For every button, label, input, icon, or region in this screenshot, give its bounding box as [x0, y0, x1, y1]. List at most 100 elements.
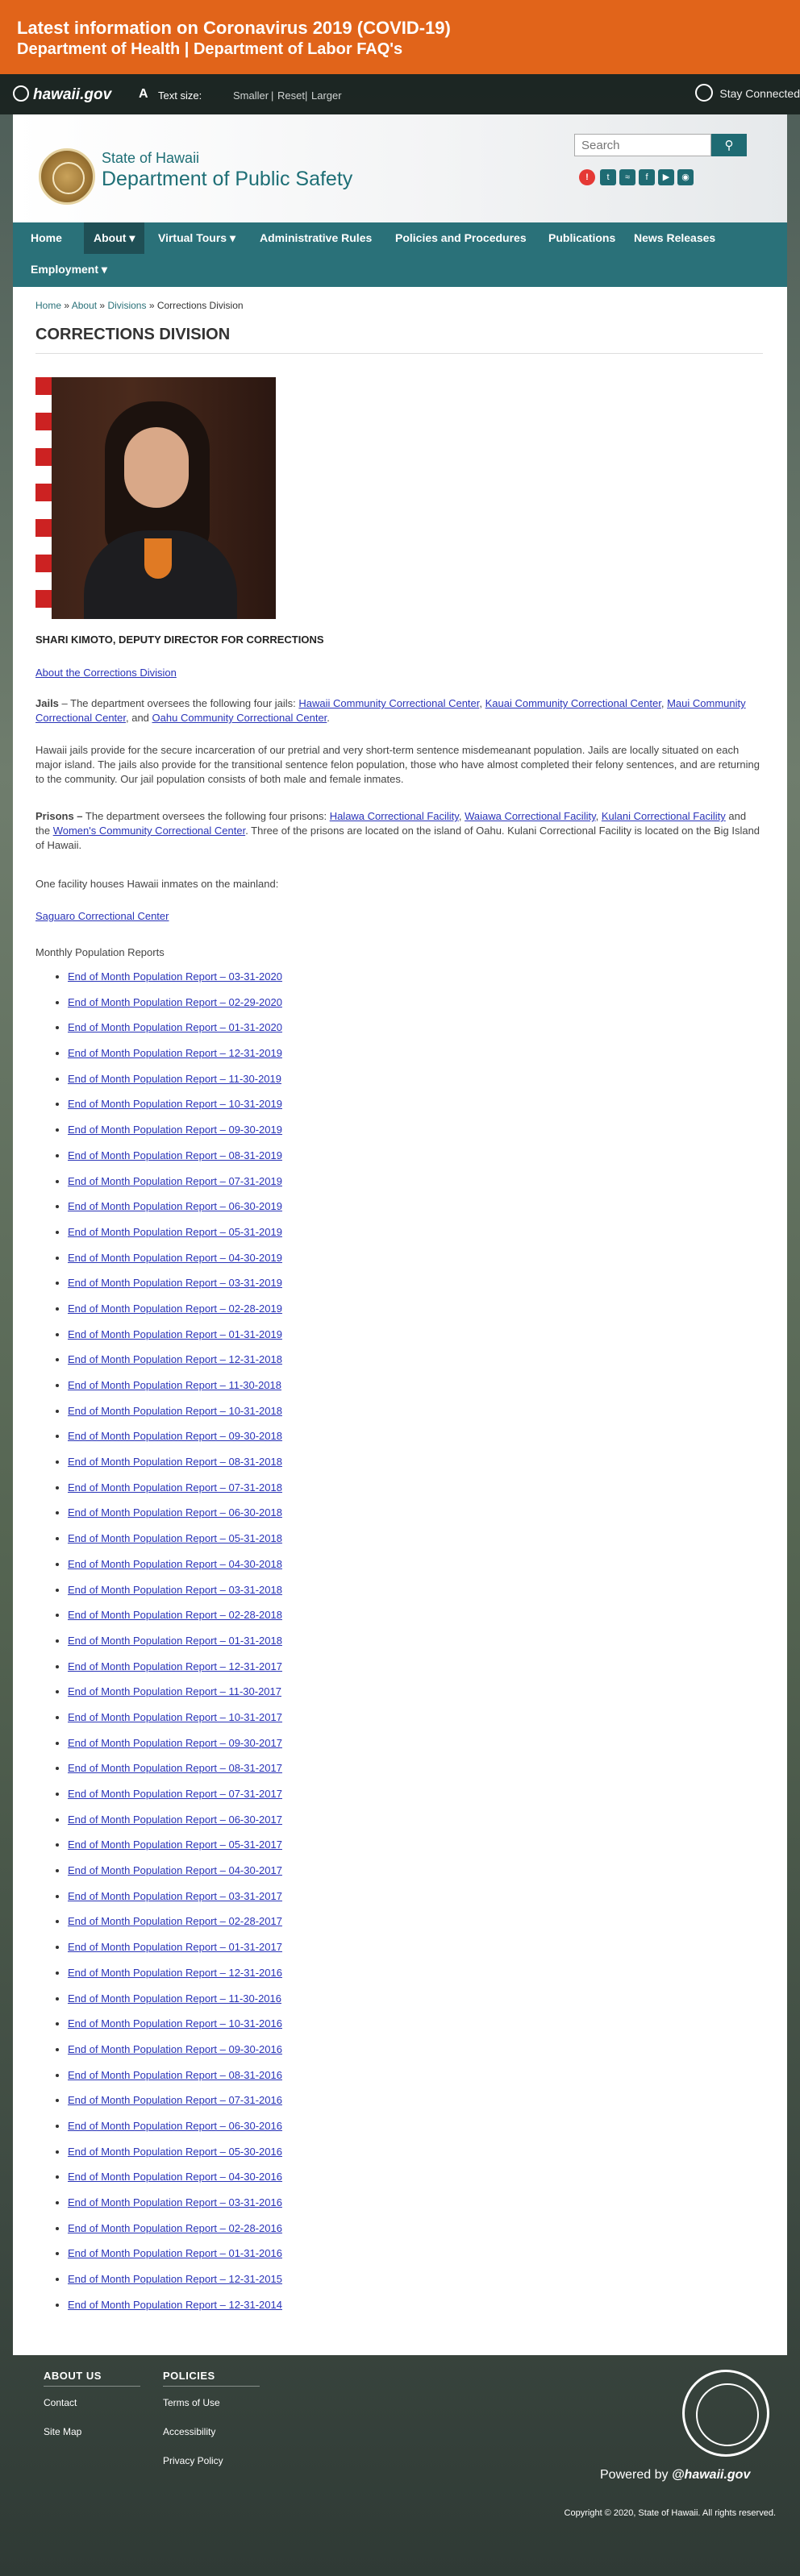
population-report-link[interactable]: End of Month Population Report – 03-31-2… [68, 2196, 282, 2208]
population-report-link[interactable]: End of Month Population Report – 07-31-2… [68, 1788, 282, 1800]
twitter-icon[interactable]: t [600, 169, 616, 185]
population-report-link[interactable]: End of Month Population Report – 08-31-2… [68, 1456, 282, 1468]
population-report-link[interactable]: End of Month Population Report – 06-30-2… [68, 1814, 282, 1826]
saguaro-link[interactable]: Saguaro Correctional Center [35, 910, 169, 922]
nav-about[interactable]: About ▾ [84, 222, 145, 254]
footer-sitemap-link[interactable]: Site Map [44, 2426, 81, 2437]
department-name[interactable]: Department of Public Safety [102, 168, 352, 191]
population-report-link[interactable]: End of Month Population Report – 06-30-2… [68, 1506, 282, 1519]
breadcrumb-home[interactable]: Home [35, 300, 61, 311]
population-report-link[interactable]: End of Month Population Report – 05-30-2… [68, 2146, 282, 2158]
nav-employment[interactable]: Employment ▾ [31, 263, 107, 276]
stay-connected-button[interactable]: Stay Connected [695, 84, 800, 102]
list-item: End of Month Population Report – 03-31-2… [68, 1890, 282, 1916]
population-report-link[interactable]: End of Month Population Report – 04-30-2… [68, 1558, 282, 1570]
facebook-icon[interactable]: f [639, 169, 655, 185]
nav-news-releases[interactable]: News Releases [634, 231, 715, 244]
population-report-link[interactable]: End of Month Population Report – 01-31-2… [68, 2247, 282, 2259]
population-report-link[interactable]: End of Month Population Report – 03-31-2… [68, 970, 282, 983]
population-report-link[interactable]: End of Month Population Report – 05-31-2… [68, 1532, 282, 1544]
prison-link[interactable]: Halawa Correctional Facility [330, 810, 459, 822]
about-corrections-division-link[interactable]: About the Corrections Division [35, 667, 177, 679]
population-report-link[interactable]: End of Month Population Report – 07-31-2… [68, 1175, 282, 1187]
population-report-link[interactable]: End of Month Population Report – 10-31-2… [68, 1098, 282, 1110]
population-report-link[interactable]: End of Month Population Report – 10-31-2… [68, 1711, 282, 1723]
population-report-link[interactable]: End of Month Population Report – 12-31-2… [68, 2299, 282, 2311]
jail-link[interactable]: Hawaii Community Correctional Center [298, 697, 479, 709]
population-report-link[interactable]: End of Month Population Report – 05-31-2… [68, 1226, 282, 1238]
population-report-link[interactable]: End of Month Population Report – 12-31-2… [68, 1353, 282, 1365]
text-smaller-link[interactable]: Smaller [233, 89, 269, 102]
search-input[interactable] [574, 134, 711, 156]
population-report-link[interactable]: End of Month Population Report – 04-30-2… [68, 2171, 282, 2183]
population-report-link[interactable]: End of Month Population Report – 03-31-2… [68, 1277, 282, 1289]
population-report-link[interactable]: End of Month Population Report – 11-30-2… [68, 1379, 281, 1391]
department-seal-logo[interactable] [39, 148, 95, 205]
population-report-link[interactable]: End of Month Population Report – 06-30-2… [68, 2120, 282, 2132]
nav-publications[interactable]: Publications [548, 231, 615, 244]
population-report-link[interactable]: End of Month Population Report – 01-31-2… [68, 1635, 282, 1647]
jail-link[interactable]: Oahu Community Correctional Center [152, 712, 327, 724]
population-report-link[interactable]: End of Month Population Report – 07-31-2… [68, 2094, 282, 2106]
footer-contact-link[interactable]: Contact [44, 2397, 77, 2408]
population-report-link[interactable]: End of Month Population Report – 12-31-2… [68, 1967, 282, 1979]
population-report-link[interactable]: End of Month Population Report – 08-31-2… [68, 1762, 282, 1774]
population-report-link[interactable]: End of Month Population Report – 02-28-2… [68, 1303, 282, 1315]
population-report-link[interactable]: End of Month Population Report – 12-31-2… [68, 1660, 282, 1672]
population-report-link[interactable]: End of Month Population Report – 12-31-2… [68, 2273, 282, 2285]
population-report-link[interactable]: End of Month Population Report – 10-31-2… [68, 1405, 282, 1417]
population-report-link[interactable]: End of Month Population Report – 11-30-2… [68, 1073, 281, 1085]
breadcrumb-about[interactable]: About [72, 300, 97, 311]
jail-link[interactable]: Kauai Community Correctional Center [485, 697, 661, 709]
hawaii-gov-logo[interactable]: hawaii.gov [13, 85, 111, 104]
hawaii-seal-icon [13, 85, 29, 102]
breadcrumb-divisions[interactable]: Divisions [107, 300, 146, 311]
population-report-link[interactable]: End of Month Population Report – 02-28-2… [68, 1609, 282, 1621]
population-report-link[interactable]: End of Month Population Report – 09-30-2… [68, 1737, 282, 1749]
text-reset-link[interactable]: Reset [277, 89, 305, 102]
rss-icon[interactable]: ≈ [619, 169, 635, 185]
population-report-link[interactable]: End of Month Population Report – 11-30-2… [68, 1685, 281, 1697]
footer-privacy-link[interactable]: Privacy Policy [163, 2455, 223, 2466]
alert-links[interactable]: Department of Health | Department of Lab… [17, 40, 402, 59]
prison-link[interactable]: Women's Community Correctional Center [53, 825, 246, 837]
nav-home[interactable]: Home [31, 231, 62, 244]
nav-virtual-tours[interactable]: Virtual Tours ▾ [158, 231, 235, 245]
text-larger-link[interactable]: Larger [311, 89, 342, 102]
population-report-link[interactable]: End of Month Population Report – 12-31-2… [68, 1047, 282, 1059]
list-item: End of Month Population Report – 02-28-2… [68, 1609, 282, 1635]
population-report-link[interactable]: End of Month Population Report – 03-31-2… [68, 1584, 282, 1596]
population-report-link[interactable]: End of Month Population Report – 08-31-2… [68, 2069, 282, 2081]
population-report-link[interactable]: End of Month Population Report – 01-31-2… [68, 1328, 282, 1340]
youtube-icon[interactable]: ▶ [658, 169, 674, 185]
population-report-link[interactable]: End of Month Population Report – 11-30-2… [68, 1992, 281, 2005]
alert-headline[interactable]: Latest information on Coronavirus 2019 (… [17, 18, 451, 39]
alert-icon[interactable]: ! [579, 169, 595, 185]
footer-accessibility-link[interactable]: Accessibility [163, 2426, 215, 2437]
chevron-down-icon: ▾ [129, 231, 135, 244]
nav-policies-and-procedures[interactable]: Policies and Procedures [395, 231, 527, 244]
population-report-link[interactable]: End of Month Population Report – 05-31-2… [68, 1839, 282, 1851]
population-report-link[interactable]: End of Month Population Report – 01-31-2… [68, 1021, 282, 1033]
population-report-link[interactable]: End of Month Population Report – 04-30-2… [68, 1864, 282, 1876]
population-report-link[interactable]: End of Month Population Report – 04-30-2… [68, 1252, 282, 1264]
population-report-link[interactable]: End of Month Population Report – 08-31-2… [68, 1149, 282, 1161]
population-report-link[interactable]: End of Month Population Report – 09-30-2… [68, 2043, 282, 2055]
population-report-link[interactable]: End of Month Population Report – 09-30-2… [68, 1124, 282, 1136]
population-report-link[interactable]: End of Month Population Report – 10-31-2… [68, 2017, 282, 2030]
population-report-link[interactable]: End of Month Population Report – 02-28-2… [68, 2222, 282, 2234]
instagram-icon[interactable]: ◉ [677, 169, 694, 185]
nav-administrative-rules[interactable]: Administrative Rules [260, 231, 372, 244]
population-report-link[interactable]: End of Month Population Report – 06-30-2… [68, 1200, 282, 1212]
population-report-link[interactable]: End of Month Population Report – 02-29-2… [68, 996, 282, 1008]
population-report-link[interactable]: End of Month Population Report – 03-31-2… [68, 1890, 282, 1902]
search-button[interactable]: ⚲ [711, 134, 747, 156]
population-report-link[interactable]: End of Month Population Report – 01-31-2… [68, 1941, 282, 1953]
footer-terms-link[interactable]: Terms of Use [163, 2397, 220, 2408]
population-report-link[interactable]: End of Month Population Report – 09-30-2… [68, 1430, 282, 1442]
powered-by[interactable]: Powered by @hawaii.gov [600, 2468, 750, 2483]
population-report-link[interactable]: End of Month Population Report – 02-28-2… [68, 1915, 282, 1927]
population-report-link[interactable]: End of Month Population Report – 07-31-2… [68, 1481, 282, 1494]
prison-link[interactable]: Waiawa Correctional Facility [465, 810, 596, 822]
prison-link[interactable]: Kulani Correctional Facility [602, 810, 726, 822]
